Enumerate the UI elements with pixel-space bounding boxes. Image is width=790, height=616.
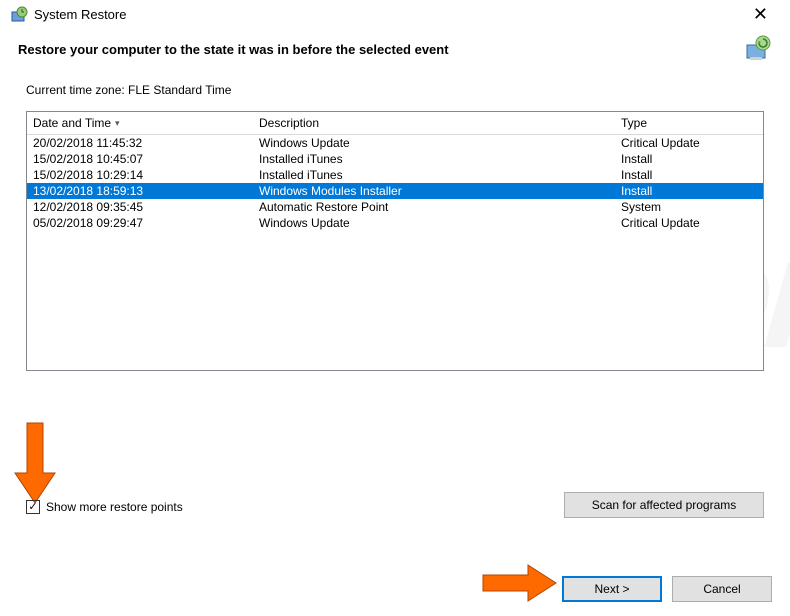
system-restore-icon — [10, 6, 28, 24]
close-button[interactable]: ✕ — [741, 4, 780, 25]
cell-type: Critical Update — [615, 135, 763, 151]
titlebar: System Restore ✕ — [0, 0, 790, 27]
restore-wizard-icon — [744, 35, 772, 63]
cell-date: 15/02/2018 10:29:14 — [27, 167, 253, 183]
window-title: System Restore — [34, 7, 126, 22]
button-bar: Next > Cancel — [562, 576, 772, 602]
cell-date: 05/02/2018 09:29:47 — [27, 215, 253, 231]
cell-type: System — [615, 199, 763, 215]
show-more-checkbox-row[interactable]: ✓ Show more restore points — [26, 500, 183, 514]
cell-description: Installed iTunes — [253, 151, 615, 167]
table-row[interactable]: 05/02/2018 09:29:47Windows UpdateCritica… — [27, 215, 763, 231]
sort-descending-icon: ▾ — [115, 118, 120, 129]
column-header-type[interactable]: Type — [615, 112, 763, 134]
annotation-arrow-icon — [5, 418, 65, 508]
cell-date: 20/02/2018 11:45:32 — [27, 135, 253, 151]
header-subtitle: Restore your computer to the state it wa… — [18, 42, 449, 57]
table-row[interactable]: 15/02/2018 10:45:07Installed iTunesInsta… — [27, 151, 763, 167]
column-label: Description — [259, 116, 319, 130]
cell-description: Automatic Restore Point — [253, 199, 615, 215]
cell-description: Windows Update — [253, 215, 615, 231]
cell-description: Installed iTunes — [253, 167, 615, 183]
annotation-arrow-icon — [478, 560, 558, 606]
checkbox-label: Show more restore points — [46, 500, 183, 514]
cell-date: 13/02/2018 18:59:13 — [27, 183, 253, 199]
column-label: Type — [621, 116, 647, 130]
cell-date: 15/02/2018 10:45:07 — [27, 151, 253, 167]
cancel-button[interactable]: Cancel — [672, 576, 772, 602]
cell-type: Critical Update — [615, 215, 763, 231]
table-row[interactable]: 12/02/2018 09:35:45Automatic Restore Poi… — [27, 199, 763, 215]
cell-description: Windows Modules Installer — [253, 183, 615, 199]
timezone-label: Current time zone: FLE Standard Time — [26, 83, 764, 97]
cell-date: 12/02/2018 09:35:45 — [27, 199, 253, 215]
table-row[interactable]: 13/02/2018 18:59:13Windows Modules Insta… — [27, 183, 763, 199]
cell-description: Windows Update — [253, 135, 615, 151]
checkbox-icon[interactable]: ✓ — [26, 500, 40, 514]
scan-affected-button[interactable]: Scan for affected programs — [564, 492, 764, 518]
cell-type: Install — [615, 183, 763, 199]
next-button[interactable]: Next > — [562, 576, 662, 602]
header-row: Restore your computer to the state it wa… — [0, 27, 790, 77]
column-header-date[interactable]: Date and Time ▾ — [27, 112, 253, 134]
cell-type: Install — [615, 151, 763, 167]
table-row[interactable]: 20/02/2018 11:45:32Windows UpdateCritica… — [27, 135, 763, 151]
column-label: Date and Time — [33, 116, 111, 130]
restore-points-table: Date and Time ▾ Description Type 20/02/2… — [26, 111, 764, 371]
table-row[interactable]: 15/02/2018 10:29:14Installed iTunesInsta… — [27, 167, 763, 183]
column-header-description[interactable]: Description — [253, 112, 615, 134]
cell-type: Install — [615, 167, 763, 183]
table-header: Date and Time ▾ Description Type — [27, 112, 763, 135]
